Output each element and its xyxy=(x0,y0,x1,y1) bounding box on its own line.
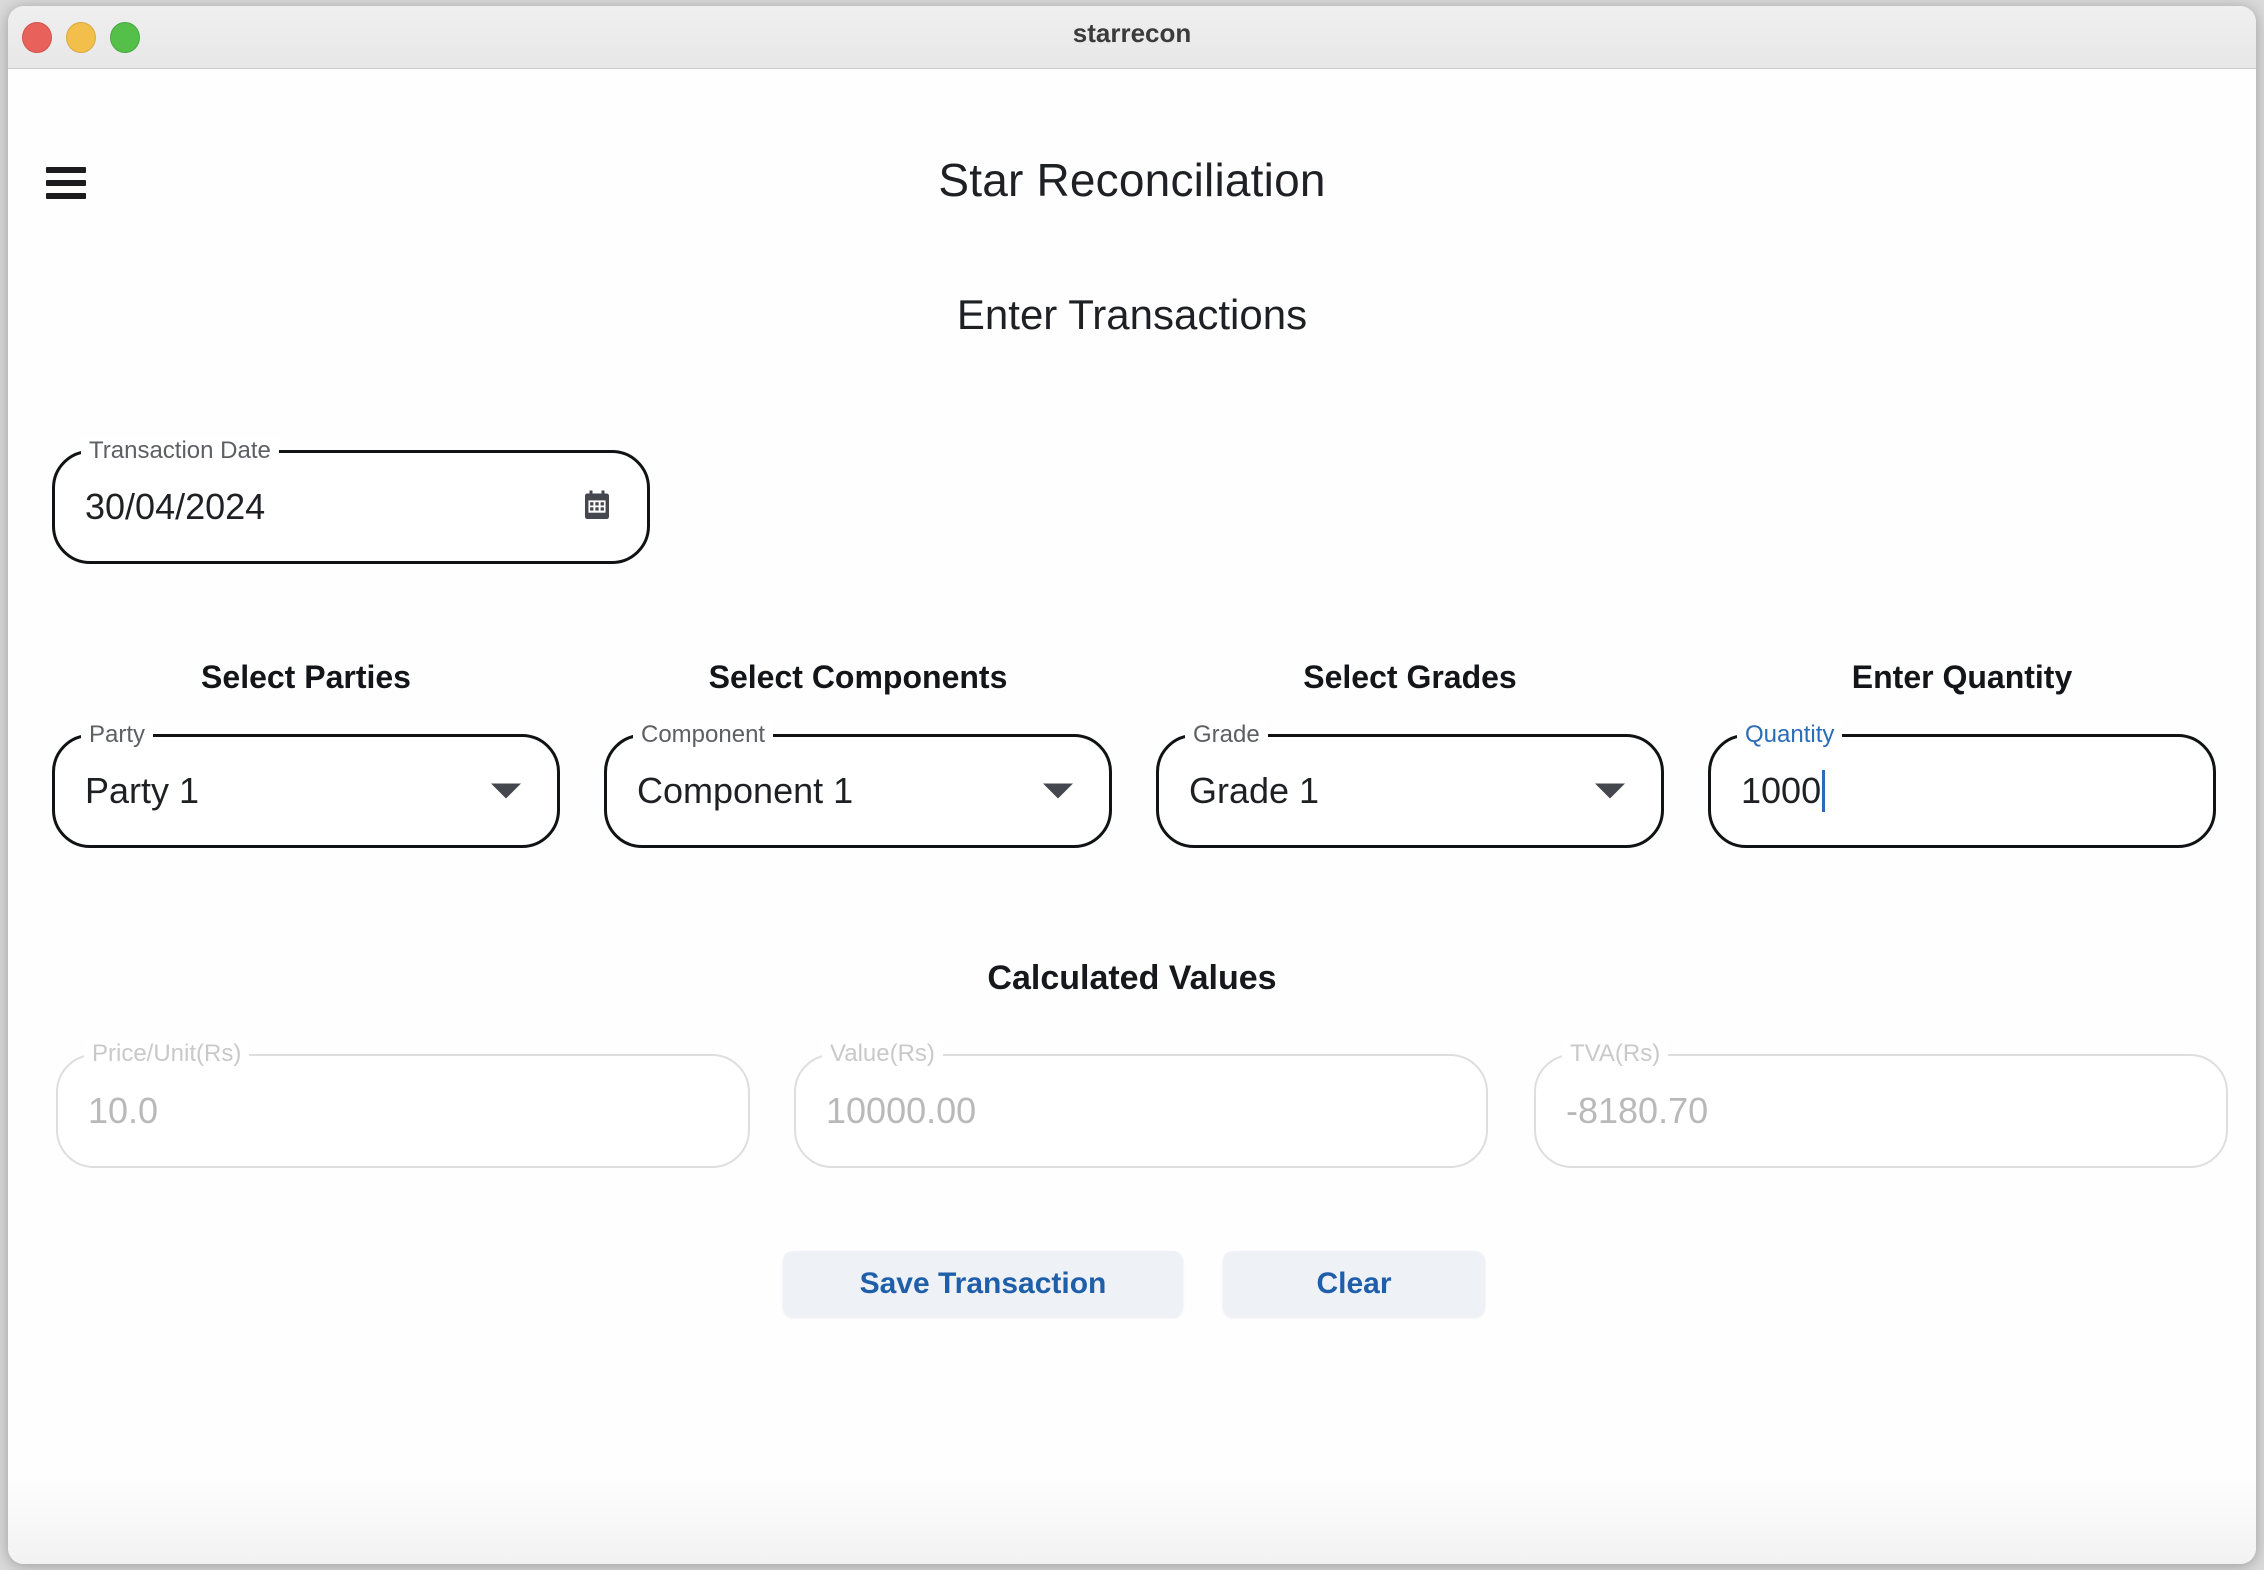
price-per-unit-field: Price/Unit(Rs) 10.0 xyxy=(56,1054,750,1168)
quantity-input[interactable]: Quantity 1000 xyxy=(1708,734,2216,848)
grade-dropdown[interactable]: Grade Grade 1 xyxy=(1156,734,1664,848)
quantity-value-wrap: 1000 xyxy=(1741,770,1825,812)
tva-field: TVA(Rs) -8180.70 xyxy=(1534,1054,2228,1168)
clear-button[interactable]: Clear xyxy=(1223,1251,1485,1317)
window-titlebar: starrecon xyxy=(8,6,2256,69)
quantity-label: Quantity xyxy=(1737,720,1842,750)
tva-label: TVA(Rs) xyxy=(1562,1039,1668,1069)
grade-value: Grade 1 xyxy=(1189,770,1319,812)
party-dropdown[interactable]: Party Party 1 xyxy=(52,734,560,848)
transaction-date-label: Transaction Date xyxy=(81,436,279,466)
page-title: Enter Transactions xyxy=(8,291,2256,339)
grade-label: Grade xyxy=(1185,720,1268,750)
component-label: Component xyxy=(633,720,773,750)
transaction-date-field[interactable]: Transaction Date 30/04/2024 xyxy=(52,450,650,564)
chevron-down-icon[interactable] xyxy=(1595,784,1625,799)
window-title: starrecon xyxy=(8,18,2256,49)
party-label: Party xyxy=(81,720,153,750)
value-field: Value(Rs) 10000.00 xyxy=(794,1054,1488,1168)
transaction-date-value: 30/04/2024 xyxy=(85,486,265,528)
save-transaction-button[interactable]: Save Transaction xyxy=(783,1251,1183,1317)
column-heading-components: Select Components xyxy=(604,659,1112,696)
price-per-unit-label: Price/Unit(Rs) xyxy=(84,1039,249,1069)
app-window: starrecon Star Reconciliation Enter Tran… xyxy=(8,6,2256,1564)
column-heading-quantity: Enter Quantity xyxy=(1708,659,2216,696)
quantity-value: 1000 xyxy=(1741,770,1821,811)
chevron-down-icon[interactable] xyxy=(1043,784,1073,799)
tva-value: -8180.70 xyxy=(1566,1090,1708,1132)
calculated-values-heading: Calculated Values xyxy=(8,959,2256,998)
calendar-icon[interactable] xyxy=(579,489,615,525)
value-value: 10000.00 xyxy=(826,1090,976,1132)
app-title: Star Reconciliation xyxy=(8,153,2256,207)
chevron-down-icon[interactable] xyxy=(491,784,521,799)
price-per-unit-value: 10.0 xyxy=(88,1090,158,1132)
component-value: Component 1 xyxy=(637,770,853,812)
column-heading-parties: Select Parties xyxy=(52,659,560,696)
component-dropdown[interactable]: Component Component 1 xyxy=(604,734,1112,848)
party-value: Party 1 xyxy=(85,770,199,812)
app-body: Star Reconciliation Enter Transactions T… xyxy=(8,69,2256,1564)
value-label: Value(Rs) xyxy=(822,1039,943,1069)
column-heading-grades: Select Grades xyxy=(1156,659,1664,696)
text-caret xyxy=(1822,770,1825,812)
